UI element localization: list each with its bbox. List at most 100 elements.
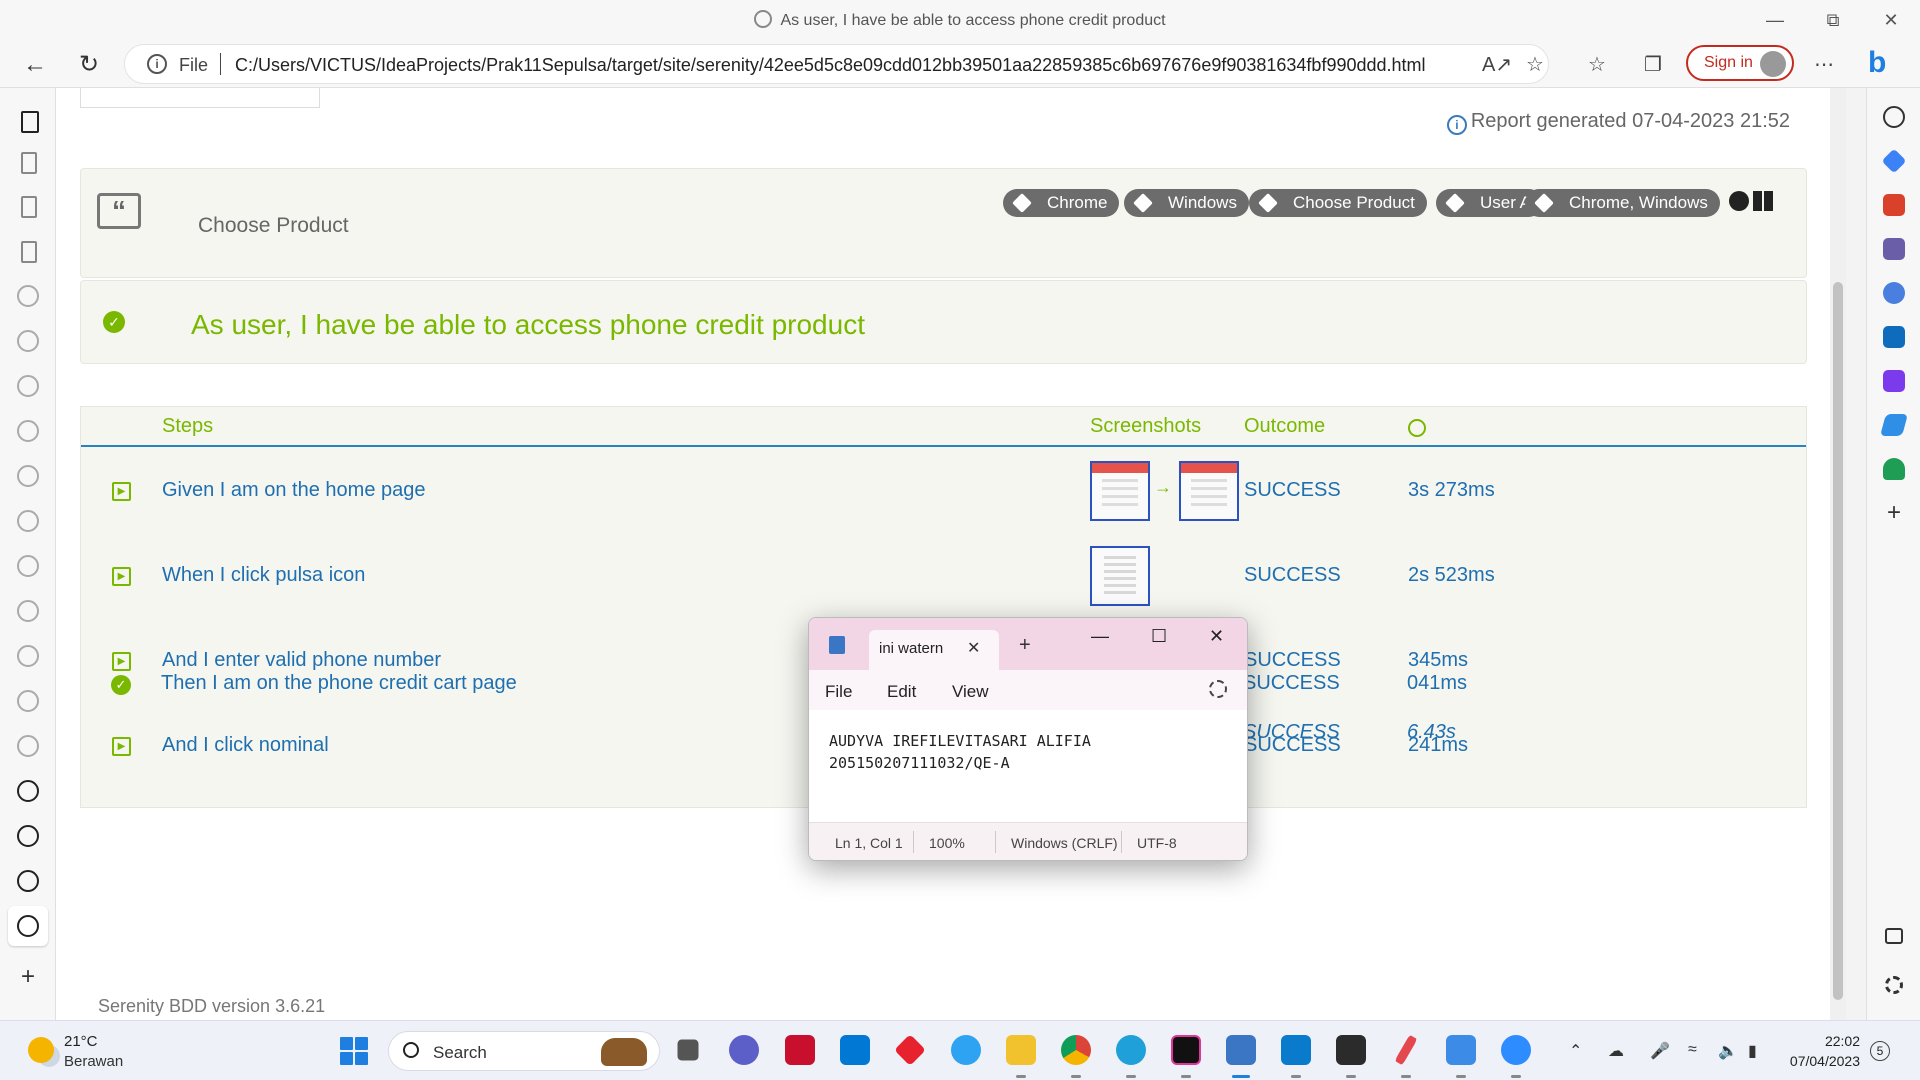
wifi-icon[interactable]: ≈ — [1688, 1041, 1697, 1059]
file-explorer-alt-icon[interactable] — [677, 1039, 699, 1061]
close-icon[interactable]: ✕ — [1209, 626, 1224, 647]
app-diamond-icon[interactable] — [894, 1034, 926, 1066]
step-play-icon[interactable]: ▶ — [112, 567, 131, 586]
chevron-up-icon[interactable]: ⌃ — [1569, 1041, 1582, 1061]
volume-icon[interactable]: 🔈 — [1718, 1041, 1738, 1061]
tab-serenity-icon[interactable] — [17, 600, 39, 622]
tab-serenity-icon[interactable] — [17, 330, 39, 352]
microphone-icon[interactable]: 🎤 — [1650, 1041, 1670, 1061]
step-text[interactable]: When I click pulsa icon — [162, 564, 365, 587]
collections-icon[interactable]: ❐ — [1644, 52, 1662, 77]
step-text[interactable]: Then I am on the phone credit cart page — [161, 672, 517, 695]
onedrive-icon[interactable]: ☁ — [1608, 1041, 1624, 1061]
read-aloud-icon[interactable]: A↗ — [1482, 52, 1512, 77]
url-text[interactable]: C:/Users/VICTUS/IdeaProjects/Prak11Sepul… — [235, 55, 1426, 76]
settings-gear-icon[interactable] — [1885, 976, 1903, 994]
edge-icon[interactable] — [1116, 1035, 1146, 1065]
tab-serenity-icon[interactable] — [17, 510, 39, 532]
taskbar-search[interactable]: Search — [388, 1031, 660, 1071]
screenshot-thumbnail[interactable] — [1090, 546, 1150, 606]
tab-serenity-icon[interactable] — [17, 375, 39, 397]
weather-app-icon[interactable] — [951, 1035, 981, 1065]
tab-serenity-icon[interactable] — [17, 825, 39, 847]
tab-doc-icon[interactable] — [21, 152, 37, 174]
tab-serenity-icon[interactable] — [17, 285, 39, 307]
add-sidebar-app-icon[interactable]: + — [1883, 501, 1905, 525]
maximize-icon[interactable]: ☐ — [1151, 626, 1167, 647]
notepad-window[interactable]: ini watern ✕ + — ☐ ✕ File Edit View AUDY… — [808, 617, 1248, 861]
intellij-icon[interactable] — [1171, 1035, 1201, 1065]
notepad-icon[interactable] — [1226, 1035, 1256, 1065]
back-arrow-icon[interactable]: ← — [18, 48, 52, 82]
menu-file[interactable]: File — [825, 682, 852, 702]
sidebar-toggle-icon[interactable] — [1885, 928, 1903, 944]
games-icon[interactable] — [1883, 238, 1905, 260]
tab-serenity-icon[interactable] — [17, 645, 39, 667]
page-scrollbar-thumb[interactable] — [1833, 282, 1843, 1000]
notification-badge[interactable]: 5 — [1870, 1041, 1890, 1061]
add-favorite-icon[interactable]: ☆ — [1526, 52, 1544, 77]
tools-icon[interactable] — [1883, 194, 1905, 216]
start-button[interactable] — [340, 1037, 368, 1065]
zoom-icon[interactable] — [1501, 1035, 1531, 1065]
address-bar[interactable]: i File C:/Users/VICTUS/IdeaProjects/Prak… — [124, 44, 1549, 84]
close-tab-icon[interactable]: ✕ — [967, 638, 980, 658]
settings-gear-icon[interactable] — [1209, 680, 1227, 698]
tab-doc-icon[interactable] — [21, 241, 37, 263]
system-clock[interactable]: 22:02 07/04/2023 — [1780, 1031, 1860, 1071]
tab-serenity-icon[interactable] — [17, 735, 39, 757]
site-info-icon[interactable]: i — [147, 54, 167, 74]
tag-choose-product[interactable]: Choose Product — [1249, 189, 1427, 217]
tab-serenity-icon[interactable] — [17, 870, 39, 892]
menu-edit[interactable]: Edit — [887, 682, 916, 702]
teams-chat-icon[interactable] — [729, 1035, 759, 1065]
favorites-icon[interactable]: ☆ — [1588, 52, 1606, 77]
bing-copilot-icon[interactable]: b — [1868, 46, 1886, 80]
mcafee-icon[interactable] — [785, 1035, 815, 1065]
screenshot-thumbnail[interactable] — [1179, 461, 1239, 521]
step-text[interactable]: And I click nominal — [162, 734, 329, 757]
outlook-icon[interactable] — [1883, 326, 1905, 348]
minimize-icon[interactable]: — — [1755, 6, 1795, 34]
step-play-icon[interactable]: ▶ — [112, 737, 131, 756]
chrome-icon[interactable] — [1061, 1035, 1091, 1065]
notepad-titlebar[interactable]: ini watern ✕ + — ☐ ✕ — [809, 618, 1247, 670]
notepad-text-area[interactable]: AUDYVA IREFILEVITASARI ALIFIA 2051502071… — [829, 730, 1229, 774]
microsoft-365-icon[interactable] — [1883, 282, 1905, 304]
folder-icon[interactable] — [1006, 1035, 1036, 1065]
close-icon[interactable]: ✕ — [1871, 6, 1911, 34]
battery-icon[interactable]: ▮ — [1748, 1041, 1757, 1061]
step-text[interactable]: Given I am on the home page — [162, 479, 426, 502]
new-tab-icon[interactable]: + — [1019, 634, 1031, 657]
active-tab-serenity-icon[interactable] — [17, 915, 39, 937]
tab-serenity-icon[interactable] — [17, 780, 39, 802]
tree-icon[interactable] — [1883, 458, 1905, 480]
tag-chrome-windows[interactable]: Chrome, Windows — [1525, 189, 1720, 217]
vscode-icon[interactable] — [1281, 1035, 1311, 1065]
refresh-icon[interactable]: ↻ — [72, 48, 106, 82]
terminal-icon[interactable] — [1336, 1035, 1366, 1065]
step-play-icon[interactable]: ▶ — [112, 482, 131, 501]
new-tab-icon[interactable]: + — [17, 965, 39, 989]
telegram-icon[interactable] — [1880, 414, 1908, 436]
search-icon[interactable] — [1883, 106, 1905, 128]
tab-serenity-icon[interactable] — [17, 420, 39, 442]
tab-serenity-icon[interactable] — [17, 555, 39, 577]
step-success-icon[interactable]: ✓ — [111, 675, 131, 695]
minimize-icon[interactable]: — — [1091, 626, 1109, 647]
snipping-tool-icon[interactable] — [1446, 1035, 1476, 1065]
report-tab-strip[interactable] — [80, 88, 320, 108]
sign-in-button[interactable]: Sign in — [1686, 45, 1794, 81]
restore-icon[interactable]: ⧉ — [1813, 6, 1853, 34]
tab-actions-icon[interactable] — [21, 111, 39, 133]
shopping-tag-icon[interactable] — [1881, 148, 1907, 174]
tab-serenity-icon[interactable] — [17, 690, 39, 712]
designer-icon[interactable] — [1883, 370, 1905, 392]
tag-chrome[interactable]: Chrome — [1003, 189, 1120, 217]
screenshot-thumbnail[interactable] — [1090, 461, 1150, 521]
tag-windows[interactable]: Windows — [1124, 189, 1249, 217]
microsoft-store-icon[interactable] — [840, 1035, 870, 1065]
notepad-tab[interactable]: ini watern ✕ — [869, 630, 999, 670]
tab-doc-icon[interactable] — [21, 196, 37, 218]
menu-view[interactable]: View — [952, 682, 989, 702]
